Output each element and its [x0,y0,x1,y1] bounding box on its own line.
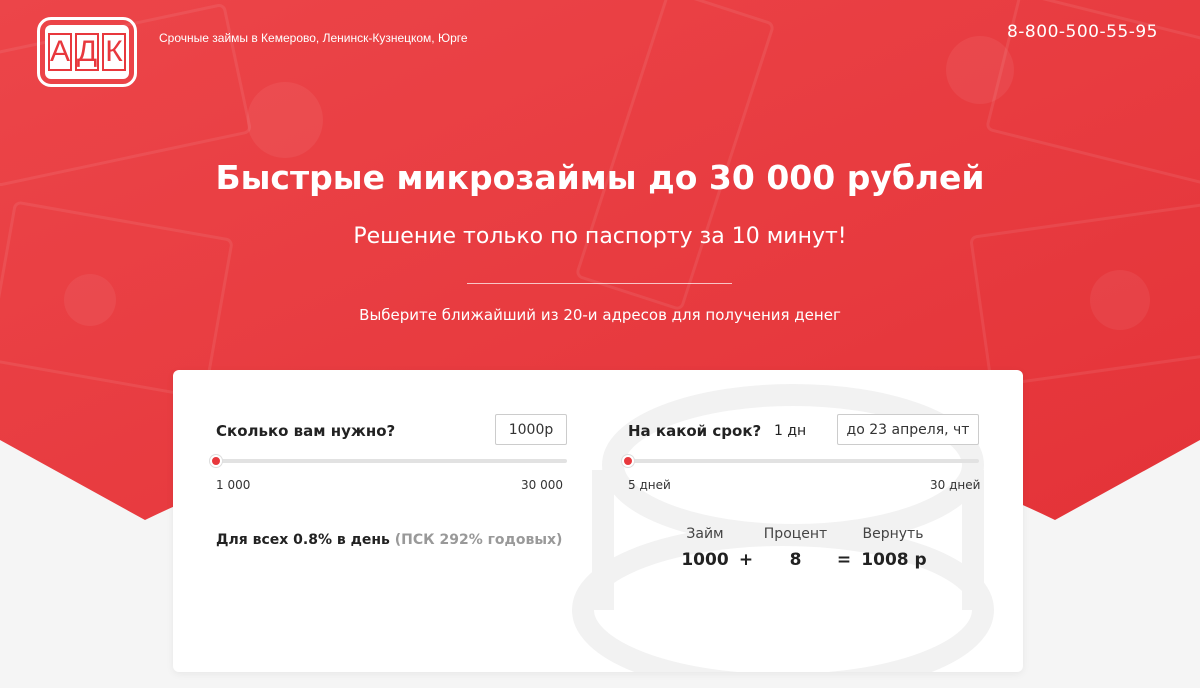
logo[interactable]: А Д К [37,17,137,87]
page-title: Быстрые микрозаймы до 30 000 рублей [215,158,985,197]
rate-main: Для всех 0.8% в день [216,532,390,548]
loan-value: 1000 [681,550,729,570]
return-heading: Вернуть [862,526,924,542]
amount-input[interactable]: 1000р [495,414,567,445]
header-tagline: Срочные займы в Кемерово, Ленинск-Кузнец… [159,31,468,45]
term-slider-handle[interactable] [622,455,634,467]
return-value: 1008 р [861,550,927,570]
amount-max-label: 30 000 [521,478,563,492]
rate-info: Для всех 0.8% в день (ПСК 292% годовых) [216,532,562,548]
term-label: На какой срок? [628,422,762,440]
plus-sign: + [738,550,754,570]
hero-divider [467,283,732,284]
choose-address-text: Выберите ближайший из 20-и адресов для п… [359,306,841,324]
logo-letter: А [48,33,72,71]
loan-calculator: Сколько вам нужно? 1000р 1 000 30 000 На… [173,370,1023,672]
phone-link[interactable]: 8-800-500-55-95 [1007,22,1158,42]
term-max-label: 30 дней [930,478,981,492]
amount-slider-track[interactable] [216,459,567,463]
term-slider-track[interactable] [628,459,979,463]
logo-letter: К [102,33,126,71]
interest-value: 8 [789,550,802,570]
page-subtitle: Решение только по паспорту за 10 минут! [353,224,847,249]
amount-slider-handle[interactable] [210,455,222,467]
loan-heading: Займ [686,526,724,542]
term-date-field[interactable]: до 23 апреля, чт [837,414,979,445]
term-min-label: 5 дней [628,478,671,492]
amount-min-label: 1 000 [216,478,251,492]
term-value: 1 дн [774,423,807,439]
logo-letter: Д [75,33,99,71]
logo-mark: А Д К [45,25,129,79]
amount-label: Сколько вам нужно? [216,422,396,440]
interest-heading: Процент [763,526,828,542]
equals-sign: = [836,550,852,570]
rate-note: (ПСК 292% годовых) [394,532,563,548]
